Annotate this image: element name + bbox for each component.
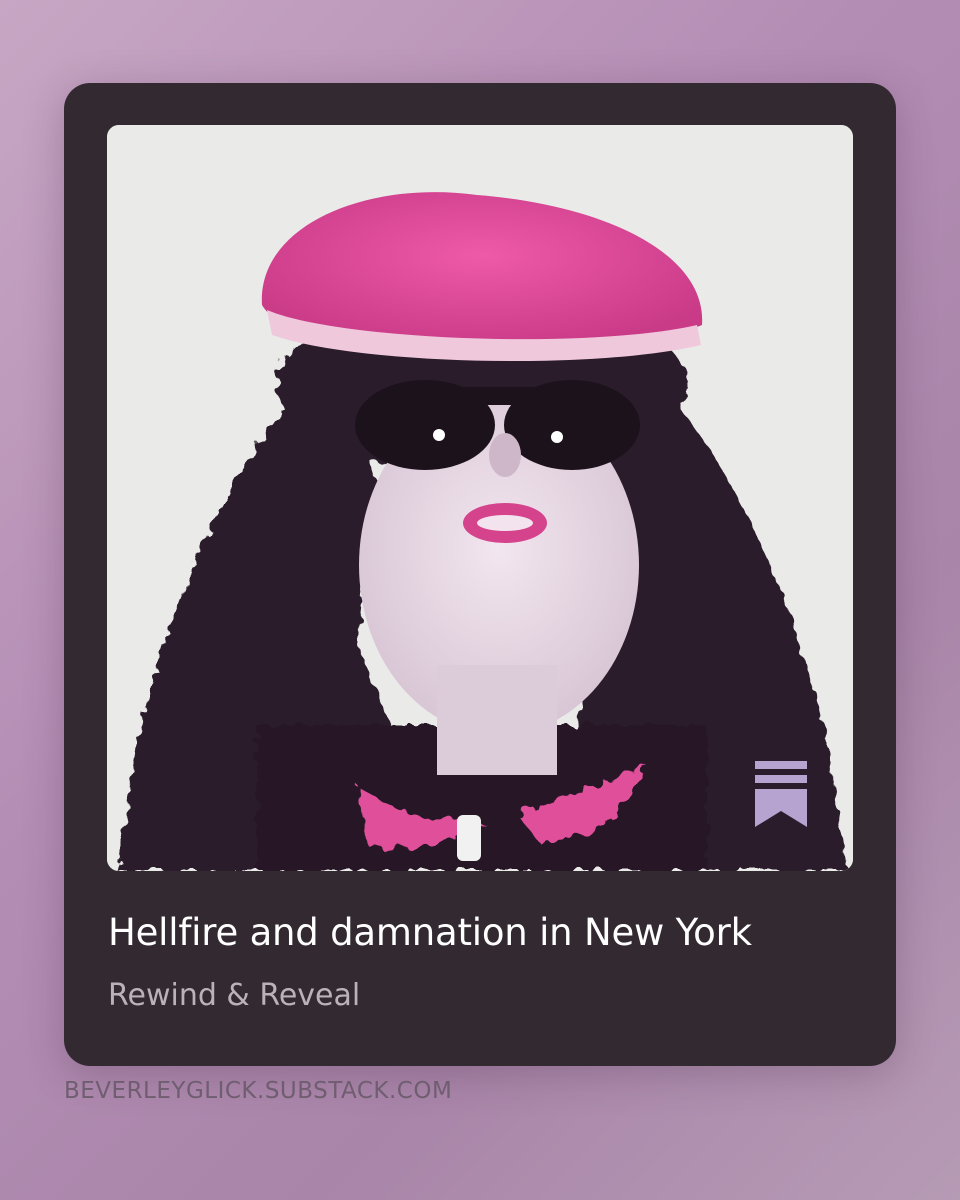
portrait-illustration (107, 125, 853, 871)
post-card[interactable]: Hellfire and damnation in New York Rewin… (64, 83, 896, 1066)
post-cover-image[interactable] (107, 125, 853, 871)
substack-bookmark-icon (755, 761, 807, 827)
publication-domain: BEVERLEYGLICK.SUBSTACK.COM (64, 1078, 453, 1104)
post-title[interactable]: Hellfire and damnation in New York (108, 911, 752, 955)
publication-name[interactable]: Rewind & Reveal (108, 978, 360, 1014)
